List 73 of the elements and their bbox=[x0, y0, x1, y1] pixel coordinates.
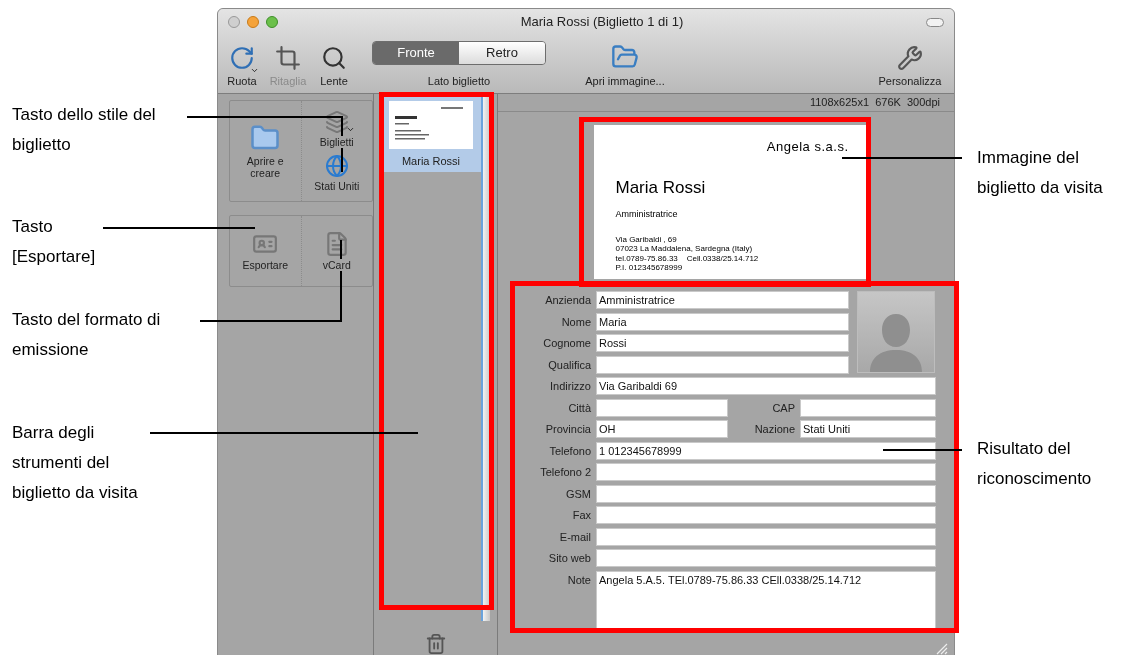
card-text-line: Via Garibaldi , 69 bbox=[615, 234, 678, 244]
field-label: Provincia bbox=[544, 422, 592, 437]
text-field[interactable]: OH bbox=[596, 420, 728, 438]
text-field[interactable]: Amministratrice bbox=[596, 291, 849, 309]
panel-button[interactable]: vCard bbox=[303, 231, 370, 271]
wrench-icon bbox=[897, 44, 923, 71]
panel-button[interactable]: Aprire e creare bbox=[232, 123, 299, 179]
field-label: Indirizzo bbox=[549, 379, 592, 394]
panel-button[interactable]: Stati Uniti bbox=[303, 154, 370, 192]
card-thumbnail-item[interactable]: Maria Rossi bbox=[381, 95, 481, 172]
trash-icon[interactable] bbox=[424, 631, 447, 655]
text-field[interactable] bbox=[596, 549, 936, 567]
segment-tab[interactable]: Retro bbox=[459, 41, 545, 64]
panel-button[interactable]: Esportare bbox=[232, 231, 299, 271]
field-label: Qualifica bbox=[547, 357, 592, 373]
text-field[interactable] bbox=[596, 506, 936, 524]
thumbnail-caption: Maria Rossi bbox=[401, 154, 461, 169]
callout-text: Barra degli strumenti del biglietto da visita bbox=[12, 422, 139, 504]
minimize-button[interactable] bbox=[247, 16, 259, 28]
text-field[interactable] bbox=[800, 398, 936, 417]
text-field[interactable]: Via Garibaldi 69 bbox=[596, 377, 936, 395]
text-field[interactable]: Rossi bbox=[596, 334, 849, 352]
toolbar-button[interactable]: Ruota bbox=[222, 44, 262, 89]
field-label: Fax bbox=[571, 508, 592, 523]
toolbar-button[interactable]: Personalizza bbox=[870, 44, 950, 89]
card-role: Amministratrice bbox=[615, 208, 679, 221]
cards-icon bbox=[324, 110, 349, 134]
text-field[interactable]: Maria bbox=[596, 312, 849, 331]
close-button[interactable] bbox=[228, 16, 240, 28]
text-field[interactable] bbox=[596, 463, 936, 481]
card-name: Maria Rossi bbox=[615, 176, 707, 199]
text-field[interactable] bbox=[596, 398, 728, 417]
text-field[interactable] bbox=[596, 355, 849, 374]
card-company: Angela s.a.s. bbox=[766, 138, 849, 156]
field-label: Telefono bbox=[548, 443, 592, 459]
text-field[interactable] bbox=[596, 527, 936, 546]
field-label: Sito web bbox=[547, 551, 592, 566]
field-label: Note bbox=[566, 572, 592, 588]
panel-button[interactable]: Biglietti bbox=[303, 110, 370, 148]
field-label: Cognome bbox=[542, 336, 592, 351]
globe-icon bbox=[324, 154, 349, 178]
toolbar-toggle-button[interactable] bbox=[926, 17, 944, 27]
card-text-line: P.I. 012345678999 bbox=[615, 263, 684, 273]
toolbar-button[interactable]: Apri immagine... bbox=[570, 42, 680, 89]
text-field[interactable]: Stati Uniti bbox=[800, 420, 936, 438]
field-label: E-mail bbox=[558, 529, 592, 545]
field-label: Telefono 2 bbox=[539, 465, 592, 480]
text-field[interactable]: 1 012345678999 bbox=[596, 441, 936, 460]
field-label: Nome bbox=[560, 314, 592, 330]
toolbar-button[interactable]: Lente bbox=[314, 44, 354, 89]
text-field[interactable] bbox=[596, 484, 936, 503]
control-label: Lato biglietto bbox=[427, 73, 491, 89]
callout-text: Risultato del riconoscimento bbox=[977, 438, 1093, 490]
rotate-icon bbox=[229, 44, 255, 71]
field-label: GSM bbox=[564, 486, 592, 502]
field-label: CAP bbox=[771, 400, 796, 416]
zoom-button[interactable] bbox=[266, 16, 278, 28]
field-label: Nazione bbox=[753, 422, 796, 437]
callout-text: Tasto [Esportare] bbox=[12, 216, 97, 268]
text-field[interactable]: Angela 5.A.5. TEl.0789-75.86.33 CEll.0338/25.14.712 bbox=[596, 570, 936, 629]
crop-icon bbox=[275, 44, 301, 71]
search-icon bbox=[321, 44, 347, 71]
callout-text: Immagine del biglietto da visita bbox=[977, 147, 1104, 199]
callout-text: Tasto dello stile del biglietto bbox=[12, 104, 157, 156]
card-text-line: 07023 La Maddalena, Sardegna (Italy) bbox=[615, 244, 754, 254]
card-text-line: tel.0789-75.86.33 Cell.0338/25.14.712 bbox=[615, 253, 760, 263]
field-label: Anzienda bbox=[544, 293, 592, 308]
field-label: Città bbox=[567, 400, 592, 416]
callout-text: Tasto del formato di emissione bbox=[12, 309, 162, 361]
resize-grip-icon[interactable] bbox=[934, 641, 948, 655]
segment-tab[interactable]: Fronte bbox=[373, 41, 459, 64]
window-title: Maria Rossi (Biglietto 1 di 1) bbox=[519, 13, 685, 32]
image-info: 1108x625x1 676K 300dpi bbox=[809, 95, 940, 111]
